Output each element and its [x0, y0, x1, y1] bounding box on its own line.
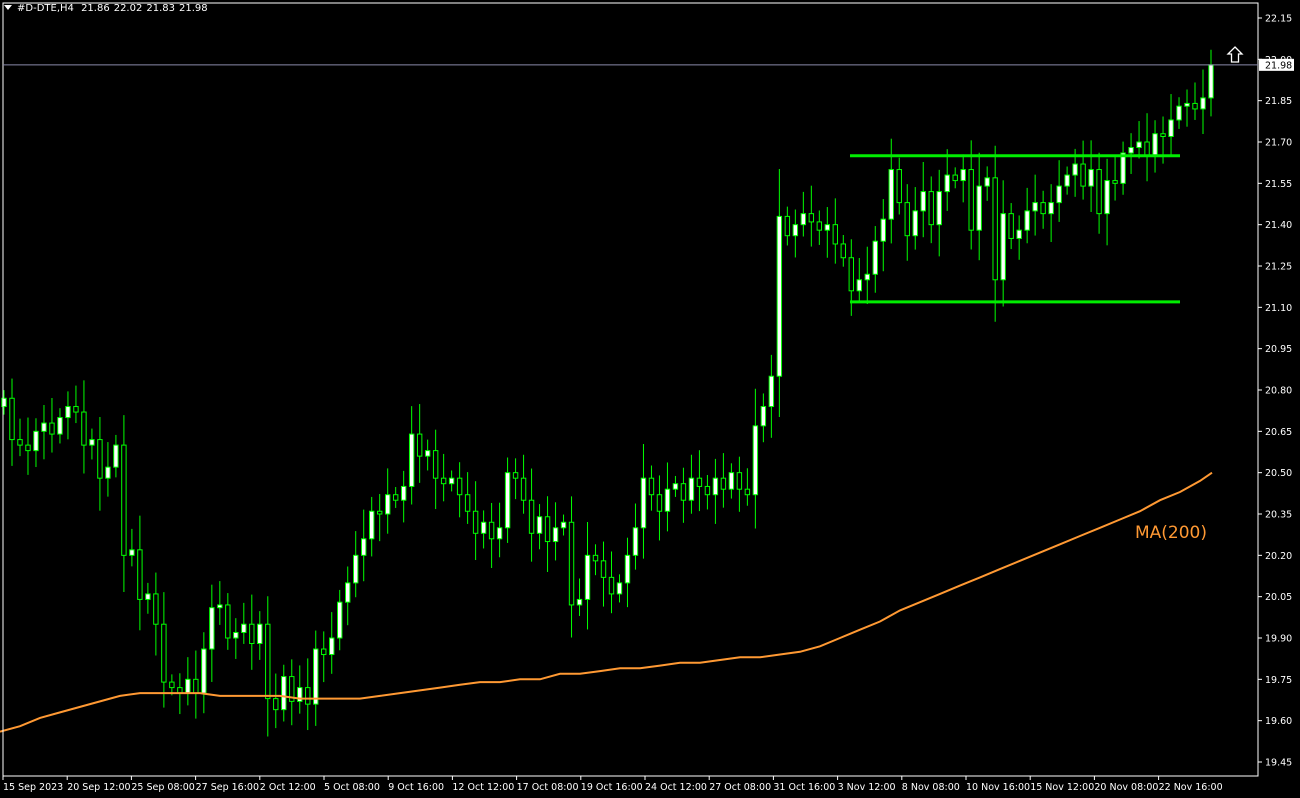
y-tick-label: 20.65 — [1265, 427, 1292, 438]
x-tick-label: 20 Nov 08:00 — [1094, 782, 1158, 793]
y-tick-label: 21.40 — [1265, 220, 1292, 231]
low-value: 21.83 — [146, 3, 175, 14]
y-tick-label: 20.50 — [1265, 468, 1292, 479]
y-tick-label: 21.25 — [1265, 262, 1292, 273]
x-tick-label: 5 Oct 08:00 — [324, 782, 380, 793]
x-tick-label: 9 Oct 16:00 — [388, 782, 444, 793]
x-tick-label: 24 Oct 12:00 — [645, 782, 707, 793]
x-tick-label: 15 Nov 12:00 — [1030, 782, 1094, 793]
close-value: 21.98 — [178, 3, 208, 14]
y-tick-label: 19.60 — [1265, 716, 1292, 727]
dropdown-triangle-icon[interactable] — [4, 5, 12, 10]
x-tick-label: 3 Nov 12:00 — [838, 782, 896, 793]
chart-header: #D-DTE,H4 21.86 22.02 21.83 21.98 — [4, 3, 212, 14]
y-tick-label: 19.90 — [1265, 634, 1292, 645]
x-tick-label: 22 Nov 16:00 — [1159, 782, 1223, 793]
x-tick-label: 15 Sep 2023 — [3, 782, 63, 793]
x-tick-label: 10 Nov 16:00 — [966, 782, 1030, 793]
y-tick-label: 20.05 — [1265, 592, 1292, 603]
y-tick-label: 20.95 — [1265, 344, 1292, 355]
x-tick-label: 31 Oct 16:00 — [773, 782, 835, 793]
ma-label: MA(200) — [1135, 523, 1207, 543]
x-tick-label: 27 Oct 08:00 — [709, 782, 771, 793]
y-tick-label: 20.35 — [1265, 510, 1292, 521]
x-tick-label: 27 Sep 16:00 — [196, 782, 259, 793]
price-chart[interactable]: 22.1522.0021.8521.7021.5521.4021.2521.10… — [0, 0, 1300, 798]
x-tick-label: 17 Oct 08:00 — [517, 782, 579, 793]
y-tick-label: 20.80 — [1265, 386, 1292, 397]
symbol-label: #D-DTE,H4 — [17, 3, 74, 14]
x-tick-label: 8 Nov 08:00 — [902, 782, 960, 793]
x-tick-label: 20 Sep 12:00 — [67, 782, 130, 793]
x-tick-label: 19 Oct 16:00 — [581, 782, 643, 793]
y-tick-label: 21.70 — [1265, 138, 1292, 149]
y-tick-label: 21.55 — [1265, 179, 1292, 190]
high-value: 22.02 — [113, 3, 143, 14]
x-tick-label: 2 Oct 12:00 — [260, 782, 316, 793]
y-tick-label: 22.15 — [1265, 14, 1292, 25]
y-tick-label: 21.10 — [1265, 303, 1292, 314]
current-price-label: 21.98 — [1265, 60, 1292, 71]
y-tick-label: 20.20 — [1265, 551, 1292, 562]
open-value: 21.86 — [81, 3, 110, 14]
y-tick-label: 19.75 — [1265, 675, 1292, 686]
y-tick-label: 21.85 — [1265, 96, 1292, 107]
y-tick-label: 19.45 — [1265, 758, 1292, 769]
x-tick-label: 12 Oct 12:00 — [452, 782, 514, 793]
x-tick-label: 25 Sep 08:00 — [131, 782, 194, 793]
